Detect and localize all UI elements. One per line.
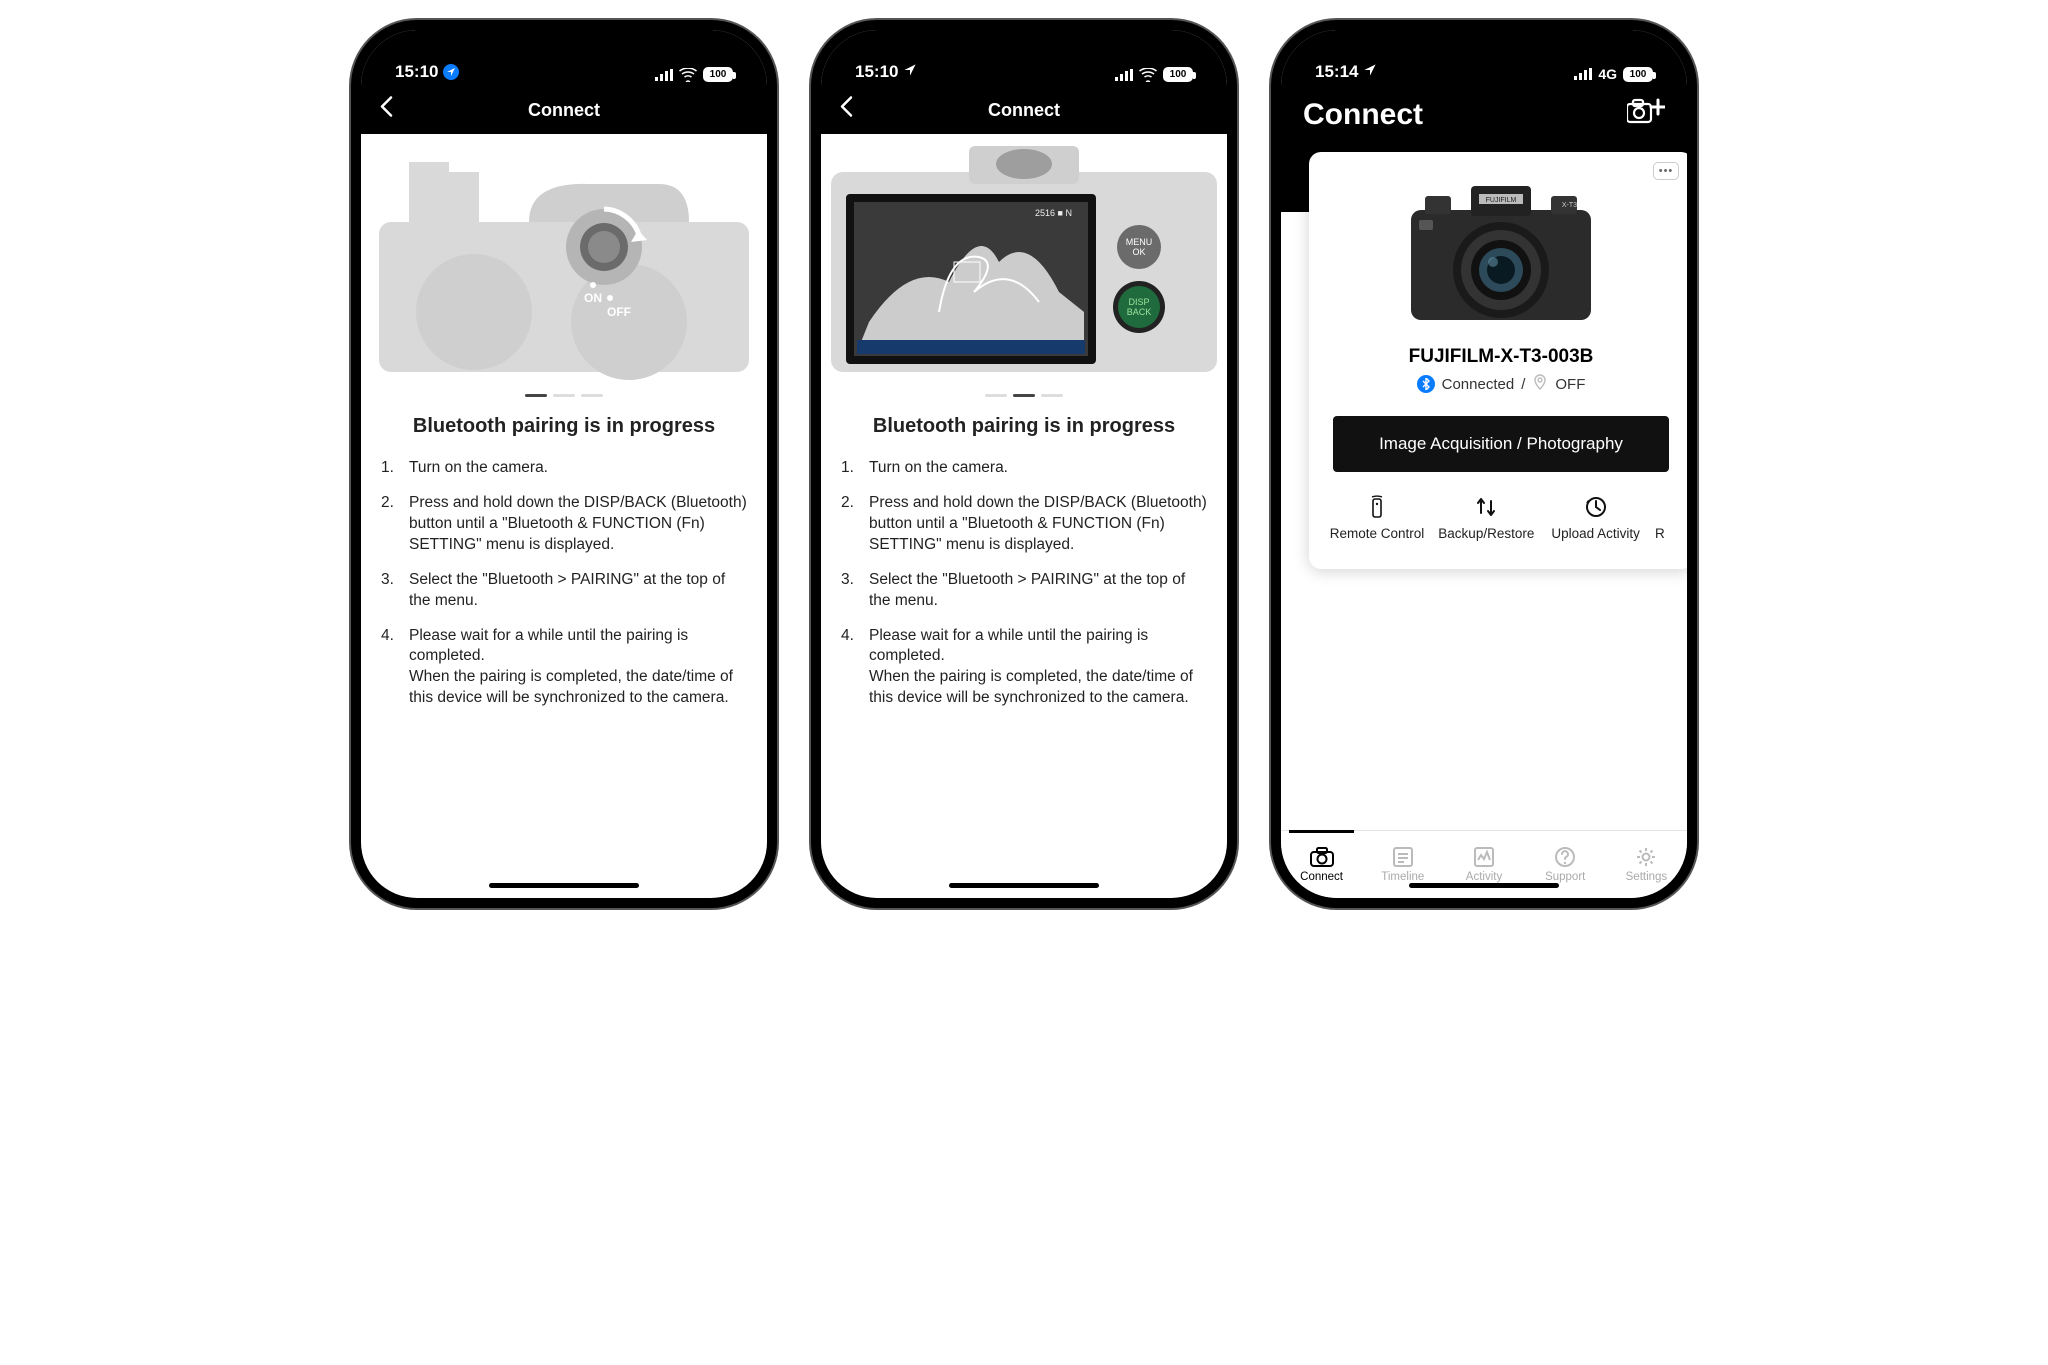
- pairing-steps: 1.Turn on the camera. 2.Press and hold d…: [361, 458, 767, 723]
- battery-icon: 100: [1163, 67, 1193, 82]
- connect-content: ••• FUJIFILM: [1281, 212, 1687, 830]
- svg-text:FUJIFILM: FUJIFILM: [1486, 197, 1517, 204]
- tab-label: Timeline: [1381, 871, 1424, 883]
- tab-label: Connect: [1300, 871, 1343, 883]
- step-3: 3.Select the "Bluetooth > PAIRING" at th…: [381, 570, 747, 612]
- tab-label: Settings: [1626, 871, 1668, 883]
- func-label: Backup/Restore: [1436, 526, 1536, 541]
- location-services-icon: [443, 64, 459, 80]
- tab-label: Activity: [1466, 871, 1502, 883]
- nav-title: Connect: [528, 100, 600, 121]
- device-notch: [1417, 44, 1551, 80]
- app-header-title: Connect: [1303, 98, 1423, 132]
- func-label: Upload Activity: [1546, 526, 1646, 541]
- connected-label: Connected: [1442, 376, 1515, 393]
- tab-settings[interactable]: Settings: [1606, 831, 1687, 898]
- home-indicator[interactable]: [949, 883, 1099, 888]
- step-4: 4.Please wait for a while until the pair…: [841, 626, 1207, 710]
- cellular-signal-icon: [1574, 68, 1592, 80]
- carousel-dots[interactable]: [821, 382, 1227, 415]
- phone-3: 15:14 4G 100 Connect: [1271, 20, 1697, 908]
- wifi-icon: [1139, 68, 1157, 82]
- pairing-title: Bluetooth pairing is in progress: [821, 415, 1227, 458]
- svg-text:BACK: BACK: [1127, 307, 1152, 317]
- timeline-icon: [1392, 846, 1414, 868]
- status-time: 15:14: [1315, 62, 1358, 82]
- svg-text:DISP: DISP: [1128, 297, 1149, 307]
- nav-header: Connect: [361, 86, 767, 134]
- camera-illustration-top: ON OFF: [361, 134, 767, 382]
- camera-card[interactable]: ••• FUJIFILM: [1309, 152, 1687, 569]
- step-2: 2.Press and hold down the DISP/BACK (Blu…: [841, 493, 1207, 556]
- nav-header: Connect: [821, 86, 1227, 134]
- upload-activity-icon: [1546, 494, 1646, 520]
- step-1: 1.Turn on the camera.: [841, 458, 1207, 479]
- location-services-icon: [1363, 62, 1377, 82]
- battery-icon: 100: [1623, 67, 1653, 82]
- step-1: 1.Turn on the camera.: [381, 458, 747, 479]
- step-2: 2.Press and hold down the DISP/BACK (Blu…: [381, 493, 747, 556]
- add-camera-button[interactable]: [1627, 98, 1665, 124]
- camera-image: FUJIFILM X-T3: [1327, 174, 1675, 336]
- status-time: 15:10: [855, 62, 898, 82]
- phone-2: 15:10 100 Connect: [811, 20, 1237, 908]
- backup-restore-icon: [1436, 494, 1536, 520]
- card-options-button[interactable]: •••: [1653, 162, 1679, 180]
- svg-text:MENU: MENU: [1126, 237, 1153, 247]
- location-services-icon: [903, 62, 917, 82]
- func-cut[interactable]: R: [1655, 494, 1675, 541]
- support-icon: [1554, 846, 1576, 868]
- nav-title: Connect: [988, 100, 1060, 121]
- tab-connect[interactable]: Connect: [1281, 831, 1362, 898]
- phone-1: 15:10 100 Connect: [351, 20, 777, 908]
- home-indicator[interactable]: [489, 883, 639, 888]
- func-upload-activity[interactable]: Upload Activity: [1546, 494, 1646, 541]
- bluetooth-icon: [1417, 375, 1435, 393]
- tab-label: Support: [1545, 871, 1585, 883]
- func-label: R: [1655, 526, 1675, 541]
- camera-name: FUJIFILM-X-T3-003B: [1327, 346, 1675, 368]
- function-row: Remote Control Backup/Restore: [1327, 494, 1675, 541]
- device-notch: [957, 44, 1091, 80]
- step-4: 4.Please wait for a while until the pair…: [381, 626, 747, 710]
- camera-icon: [1310, 846, 1334, 868]
- carousel-dots[interactable]: [361, 382, 767, 415]
- svg-text:OK: OK: [1132, 247, 1145, 257]
- wifi-icon: [679, 68, 697, 82]
- activity-icon: [1473, 846, 1495, 868]
- svg-text:ON: ON: [584, 291, 602, 305]
- cellular-signal-icon: [1115, 69, 1133, 81]
- step-3: 3.Select the "Bluetooth > PAIRING" at th…: [841, 570, 1207, 612]
- connection-status: Connected / OFF: [1327, 374, 1675, 394]
- back-button[interactable]: [379, 96, 393, 125]
- svg-text:OFF: OFF: [607, 305, 631, 319]
- pairing-steps: 1.Turn on the camera. 2.Press and hold d…: [821, 458, 1227, 723]
- back-button[interactable]: [839, 96, 853, 125]
- image-acquisition-button[interactable]: Image Acquisition / Photography: [1333, 416, 1669, 472]
- func-remote-control[interactable]: Remote Control: [1327, 494, 1427, 541]
- status-time: 15:10: [395, 62, 438, 82]
- device-notch: [497, 44, 631, 80]
- svg-text:2516 ■ N: 2516 ■ N: [1035, 208, 1072, 218]
- location-pin-icon: [1532, 374, 1548, 394]
- battery-icon: 100: [703, 67, 733, 82]
- cellular-signal-icon: [655, 69, 673, 81]
- svg-text:X-T3: X-T3: [1562, 202, 1577, 209]
- network-label: 4G: [1598, 66, 1617, 82]
- pairing-title: Bluetooth pairing is in progress: [361, 415, 767, 458]
- settings-icon: [1635, 846, 1657, 868]
- home-indicator[interactable]: [1409, 883, 1559, 888]
- func-backup-restore[interactable]: Backup/Restore: [1436, 494, 1536, 541]
- separator: /: [1521, 376, 1525, 393]
- camera-illustration-back: 2516 ■ N MENU OK DISP BACK: [821, 134, 1227, 382]
- func-label: Remote Control: [1327, 526, 1427, 541]
- remote-control-icon: [1327, 494, 1427, 520]
- location-status: OFF: [1555, 376, 1585, 393]
